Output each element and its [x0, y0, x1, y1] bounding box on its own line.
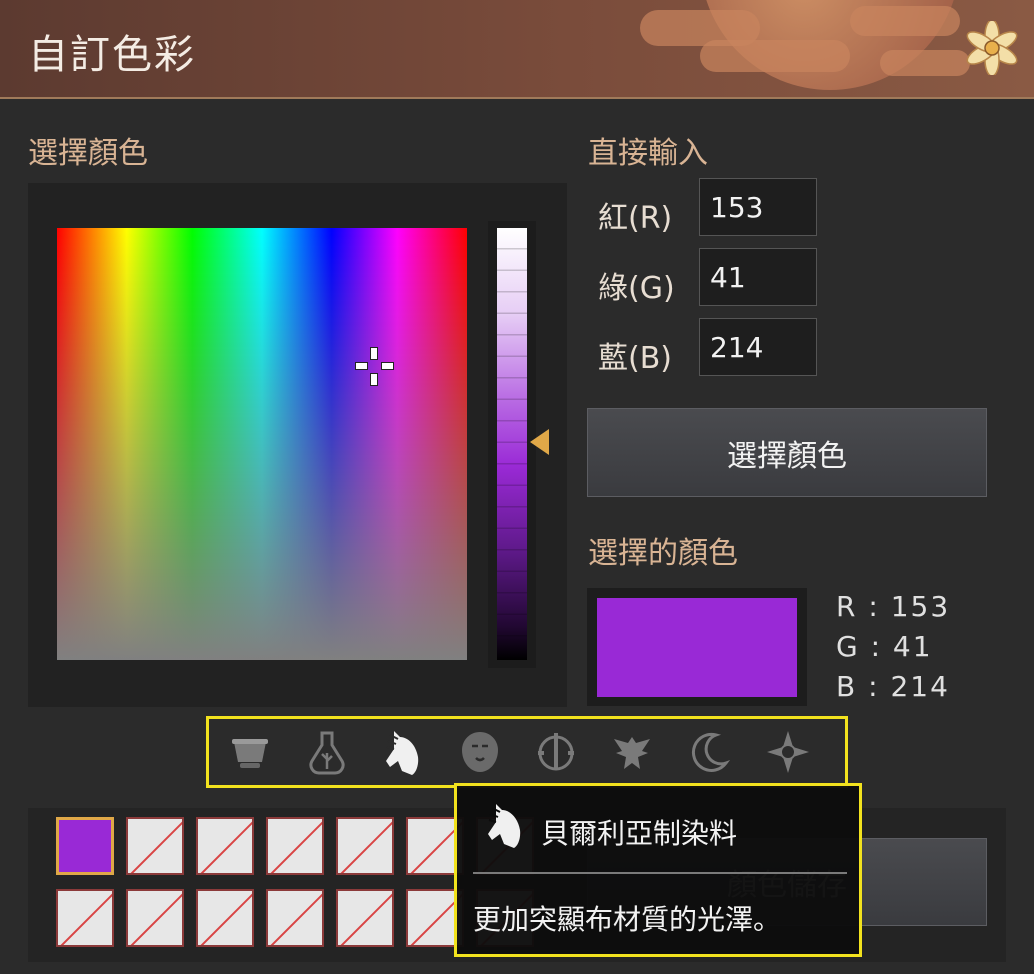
- horse-head-icon: [488, 804, 521, 848]
- window-title: 自訂色彩: [28, 32, 196, 78]
- r-readout: R : 153: [836, 590, 951, 623]
- crosshair-icon[interactable]: [355, 347, 394, 386]
- picker-section-label: 選擇顏色: [28, 136, 148, 171]
- dye-type-bar: [206, 716, 848, 788]
- crescent-moon-icon[interactable]: [685, 727, 735, 777]
- dye-tooltip: 貝爾利亞制染料 更加突顯布材質的光澤。: [454, 783, 862, 957]
- horse-head-icon[interactable]: [377, 727, 427, 777]
- blue-input[interactable]: [699, 318, 817, 376]
- saved-color-slot-empty[interactable]: [266, 817, 324, 875]
- red-input[interactable]: [699, 178, 817, 236]
- flower-close-icon: [966, 21, 1018, 75]
- g-readout: G : 41: [836, 630, 933, 663]
- compass-star-icon[interactable]: [763, 727, 813, 777]
- cloud-decoration: [880, 50, 970, 76]
- cauldron-icon[interactable]: [225, 727, 275, 777]
- selected-section-label: 選擇的顏色: [588, 536, 738, 571]
- tooltip-description: 更加突顯布材質的光澤。: [473, 903, 782, 936]
- direct-input-section-label: 直接輸入: [588, 136, 708, 171]
- tooltip-title: 貝爾利亞制染料: [541, 817, 738, 850]
- saved-color-slot-empty[interactable]: [196, 817, 254, 875]
- dial-icon[interactable]: [531, 727, 581, 777]
- title-bar: 自訂色彩: [0, 0, 1034, 99]
- b-readout: B : 214: [836, 670, 950, 703]
- select-color-button[interactable]: 選擇顏色: [587, 408, 987, 497]
- saved-color-slot-empty[interactable]: [56, 889, 114, 947]
- green-label: 綠(G): [598, 271, 675, 306]
- green-input[interactable]: [699, 248, 817, 306]
- flask-icon[interactable]: [302, 727, 352, 777]
- red-label: 紅(R): [598, 201, 673, 236]
- selected-color-swatch: [597, 598, 797, 697]
- saved-color-slot-empty[interactable]: [336, 889, 394, 947]
- close-button[interactable]: [964, 20, 1020, 76]
- tooltip-divider: [473, 872, 847, 874]
- saved-color-slot-empty[interactable]: [336, 817, 394, 875]
- saved-color-slot-empty[interactable]: [126, 817, 184, 875]
- brightness-slider[interactable]: [497, 228, 527, 660]
- cloud-decoration: [850, 6, 960, 36]
- hue-saturation-field[interactable]: [57, 228, 467, 660]
- eagle-icon[interactable]: [607, 727, 657, 777]
- cloud-decoration: [700, 40, 850, 72]
- blue-label: 藍(B): [598, 341, 672, 376]
- lion-head-icon[interactable]: [455, 727, 505, 777]
- saved-color-slot-empty[interactable]: [196, 889, 254, 947]
- saved-color-slot-empty[interactable]: [266, 889, 324, 947]
- saved-color-slot-filled[interactable]: [56, 817, 114, 875]
- brightness-handle[interactable]: [530, 429, 549, 455]
- saved-color-slot-empty[interactable]: [126, 889, 184, 947]
